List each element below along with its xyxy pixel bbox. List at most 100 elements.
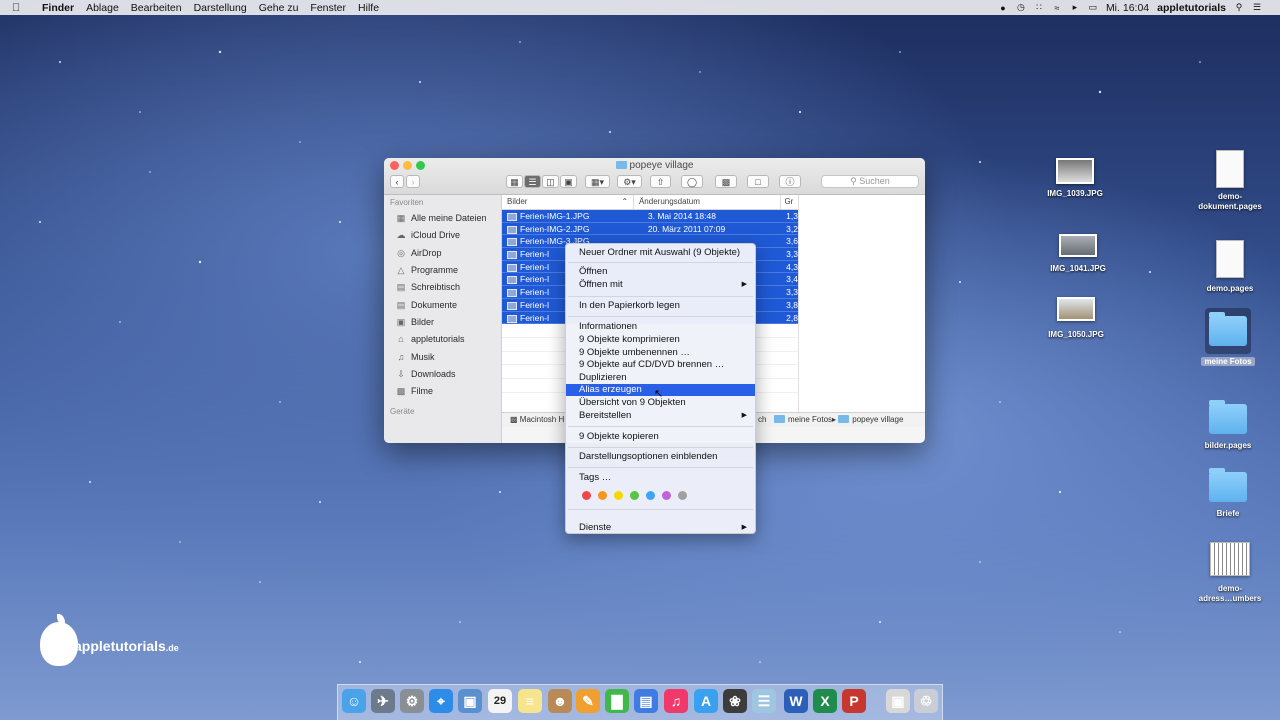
sidebar-item-desktop[interactable]: ▤ Schreibtisch — [384, 279, 501, 296]
trash-icon[interactable]: ♲ — [914, 689, 938, 713]
preview-icon[interactable]: ▣ — [458, 689, 482, 713]
tag-color-dot[interactable] — [630, 491, 639, 500]
context-menu-item[interactable]: Öffnen — [566, 266, 755, 278]
context-menu-item[interactable]: 9 Objekte komprimieren — [566, 334, 755, 346]
tag-color-dot[interactable] — [646, 491, 655, 500]
launchpad-icon[interactable]: ✈ — [371, 689, 395, 713]
desktop-icon-bilder-pages[interactable]: bilder.pages — [1195, 400, 1261, 450]
tag-color-dot[interactable] — [598, 491, 607, 500]
forward-button[interactable]: › — [406, 175, 420, 188]
sidebar-item-applications[interactable]: △ Programme — [384, 262, 501, 279]
icon-view-button[interactable]: ▦ — [506, 175, 523, 188]
battery-icon[interactable]: ▭ — [1088, 2, 1098, 13]
tag-color-dot[interactable] — [614, 491, 623, 500]
contacts-icon[interactable]: ☻ — [548, 689, 572, 713]
menu-ablage[interactable]: Ablage — [80, 2, 125, 14]
desktop-icon-demo-adress[interactable]: demo-adress…umbers — [1190, 542, 1270, 604]
script-icon[interactable]: ☰ — [752, 689, 776, 713]
spotlight-icon[interactable]: ⚲ — [1234, 2, 1244, 13]
downloads-stack-icon[interactable]: ▣ — [886, 689, 910, 713]
sidebar-item-downloads[interactable]: ⇩ Downloads — [384, 366, 501, 383]
file-row[interactable]: Ferien-IMG-2.JPG 20. März 2011 07:09 3,2 — [502, 222, 798, 236]
menu-app-finder[interactable]: Finder — [36, 2, 80, 14]
coverflow-view-button[interactable]: ▣ — [560, 175, 577, 188]
tag-color-dot[interactable] — [678, 491, 687, 500]
numbers-icon[interactable]: ▇ — [605, 689, 629, 713]
system-preferences-icon[interactable]: ⚙ — [400, 689, 424, 713]
calendar-icon[interactable]: 29 — [488, 689, 512, 713]
context-menu-item[interactable]: 9 Objekte kopieren — [566, 431, 755, 443]
path-segment-disk[interactable]: ▩ Macintosh H — [510, 413, 564, 427]
menu-user[interactable]: appletutorials — [1157, 2, 1226, 14]
desktop-icon-img-1050[interactable]: IMG_1050.JPG — [1038, 297, 1114, 339]
search-field[interactable]: ⚲ Suchen — [821, 175, 919, 188]
context-menu-item[interactable]: Öffnen mit ▶ — [566, 279, 755, 291]
context-menu-item[interactable]: Duplizieren — [566, 372, 755, 384]
column-date-header[interactable]: Änderungsdatum — [632, 195, 780, 209]
tag-color-dot[interactable] — [662, 491, 671, 500]
desktop-icon-meine-fotos[interactable]: meine Fotos — [1195, 308, 1261, 366]
desktop-icon-demo-pages[interactable]: demo.pages — [1195, 240, 1265, 293]
sidebar-item-icloud[interactable]: ☁ iCloud Drive — [384, 227, 501, 244]
finder-icon[interactable]: ☺ — [342, 689, 366, 713]
sidebar-item-movies[interactable]: ▩ Filme — [384, 383, 501, 400]
lock-icon[interactable]: ● — [998, 3, 1008, 13]
action-gear-button[interactable]: ⚙▾ — [617, 175, 642, 188]
photos-icon[interactable]: ❀ — [723, 689, 747, 713]
desktop-icon-img-1039[interactable]: IMG_1039.JPG — [1040, 158, 1110, 198]
volume-icon[interactable]: ▸ — [1070, 2, 1080, 13]
menu-hilfe[interactable]: Hilfe — [352, 2, 385, 14]
sidebar-item-pictures[interactable]: ▣ Bilder — [384, 314, 501, 331]
context-menu-item[interactable]: Neuer Ordner mit Auswahl (9 Objekte) — [566, 247, 755, 259]
desktop-icon-briefe[interactable]: Briefe — [1195, 468, 1261, 518]
context-menu-item[interactable]: Bereitstellen ▶ — [566, 410, 755, 422]
context-menu-item[interactable]: 9 Objekte umbenennen … — [566, 347, 755, 359]
sidebar-item-music[interactable]: ♫ Musik — [384, 348, 501, 365]
pages-icon[interactable]: ✎ — [576, 689, 600, 713]
delete-button[interactable]: ▩ — [715, 175, 737, 188]
excel-icon[interactable]: X — [813, 689, 837, 713]
new-folder-button[interactable]: □ — [747, 175, 769, 188]
wifi-icon[interactable]: ≈ — [1052, 3, 1062, 13]
context-menu-item[interactable]: Dienste ▶ — [566, 522, 755, 534]
menu-gehe-zu[interactable]: Gehe zu — [253, 2, 305, 14]
itunes-icon[interactable]: ♫ — [664, 689, 688, 713]
apple-menu-icon[interactable]:  — [12, 2, 26, 14]
notification-center-icon[interactable]: ☰ — [1252, 2, 1262, 13]
column-view-button[interactable]: ◫ — [542, 175, 559, 188]
safari-icon[interactable]: ⌖ — [429, 689, 453, 713]
context-menu-item[interactable]: In den Papierkorb legen — [566, 300, 755, 312]
keynote-icon[interactable]: ▤ — [634, 689, 658, 713]
path-segment-popeye-village[interactable]: ▸ popeye village — [832, 413, 903, 427]
context-menu-item[interactable]: 9 Objekte auf CD/DVD brennen … — [566, 359, 755, 371]
notes-icon[interactable]: ≡ — [518, 689, 542, 713]
get-info-button[interactable]: ⓘ — [779, 175, 801, 188]
tag-button[interactable]: ◯ — [681, 175, 703, 188]
sidebar-item-documents[interactable]: ▤ Dokumente — [384, 296, 501, 313]
sidebar-item-airdrop[interactable]: ◎ AirDrop — [384, 245, 501, 262]
column-size-header[interactable]: Gr — [780, 195, 798, 209]
menu-clock[interactable]: Mi. 16:04 — [1106, 2, 1149, 14]
context-menu-item[interactable]: Informationen — [566, 321, 755, 333]
sidebar-item-all-files[interactable]: ▦ Alle meine Dateien — [384, 210, 501, 227]
context-menu-item[interactable]: Tags … — [566, 472, 755, 484]
column-name-header[interactable]: Bilder — [502, 195, 621, 209]
share-button[interactable]: ⇧ — [650, 175, 671, 188]
path-segment-user[interactable]: ch — [758, 413, 766, 427]
desktop-icon-demo-dokument[interactable]: demo-dokument.pages — [1195, 150, 1265, 212]
path-segment-meine-fotos[interactable]: meine Fotos — [774, 413, 832, 427]
context-menu-item[interactable]: Darstellungsoptionen einblenden — [566, 451, 755, 463]
menu-bearbeiten[interactable]: Bearbeiten — [125, 2, 188, 14]
arrange-button[interactable]: ▦▾ — [585, 175, 610, 188]
sidebar-item-home[interactable]: ⌂ appletutorials — [384, 331, 501, 348]
powerpoint-icon[interactable]: P — [842, 689, 866, 713]
time-machine-icon[interactable]: ◷ — [1016, 2, 1026, 13]
desktop-icon-img-1041[interactable]: IMG_1041.JPG — [1040, 234, 1116, 273]
bluetooth-icon[interactable]: ∷ — [1034, 2, 1044, 13]
file-row[interactable]: Ferien-IMG-1.JPG 3. Mai 2014 18:48 1,3 — [502, 210, 798, 223]
menu-darstellung[interactable]: Darstellung — [188, 2, 253, 14]
app-store-icon[interactable]: A — [694, 689, 718, 713]
back-button[interactable]: ‹ — [390, 175, 404, 188]
word-icon[interactable]: W — [784, 689, 808, 713]
list-view-button[interactable]: ☰ — [524, 175, 541, 188]
